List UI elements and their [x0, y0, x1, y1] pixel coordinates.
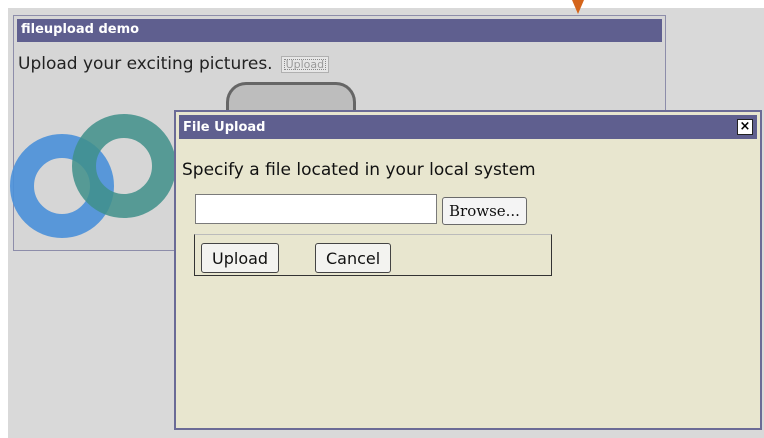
- browse-button[interactable]: Browse...: [442, 197, 527, 225]
- dialog-title: File Upload: [183, 119, 266, 135]
- pointer-arrow-icon: [572, 0, 584, 14]
- file-path-input[interactable]: [195, 194, 437, 224]
- dialog-cancel-button[interactable]: Cancel: [315, 243, 392, 273]
- main-upload-button[interactable]: Upload: [280, 55, 330, 73]
- upload-prompt-row: Upload your exciting pictures. Upload: [18, 54, 330, 74]
- close-icon[interactable]: ×: [737, 119, 753, 135]
- dialog-action-box: Upload Cancel: [194, 234, 552, 276]
- upload-prompt-text: Upload your exciting pictures.: [18, 54, 273, 74]
- file-upload-dialog: File Upload × Specify a file located in …: [174, 110, 762, 430]
- dialog-message: Specify a file located in your local sys…: [182, 160, 536, 180]
- dialog-titlebar[interactable]: File Upload ×: [179, 115, 757, 139]
- dialog-upload-button[interactable]: Upload: [201, 243, 280, 273]
- teal-ring-image: [72, 114, 176, 218]
- main-window-title: fileupload demo: [17, 19, 662, 42]
